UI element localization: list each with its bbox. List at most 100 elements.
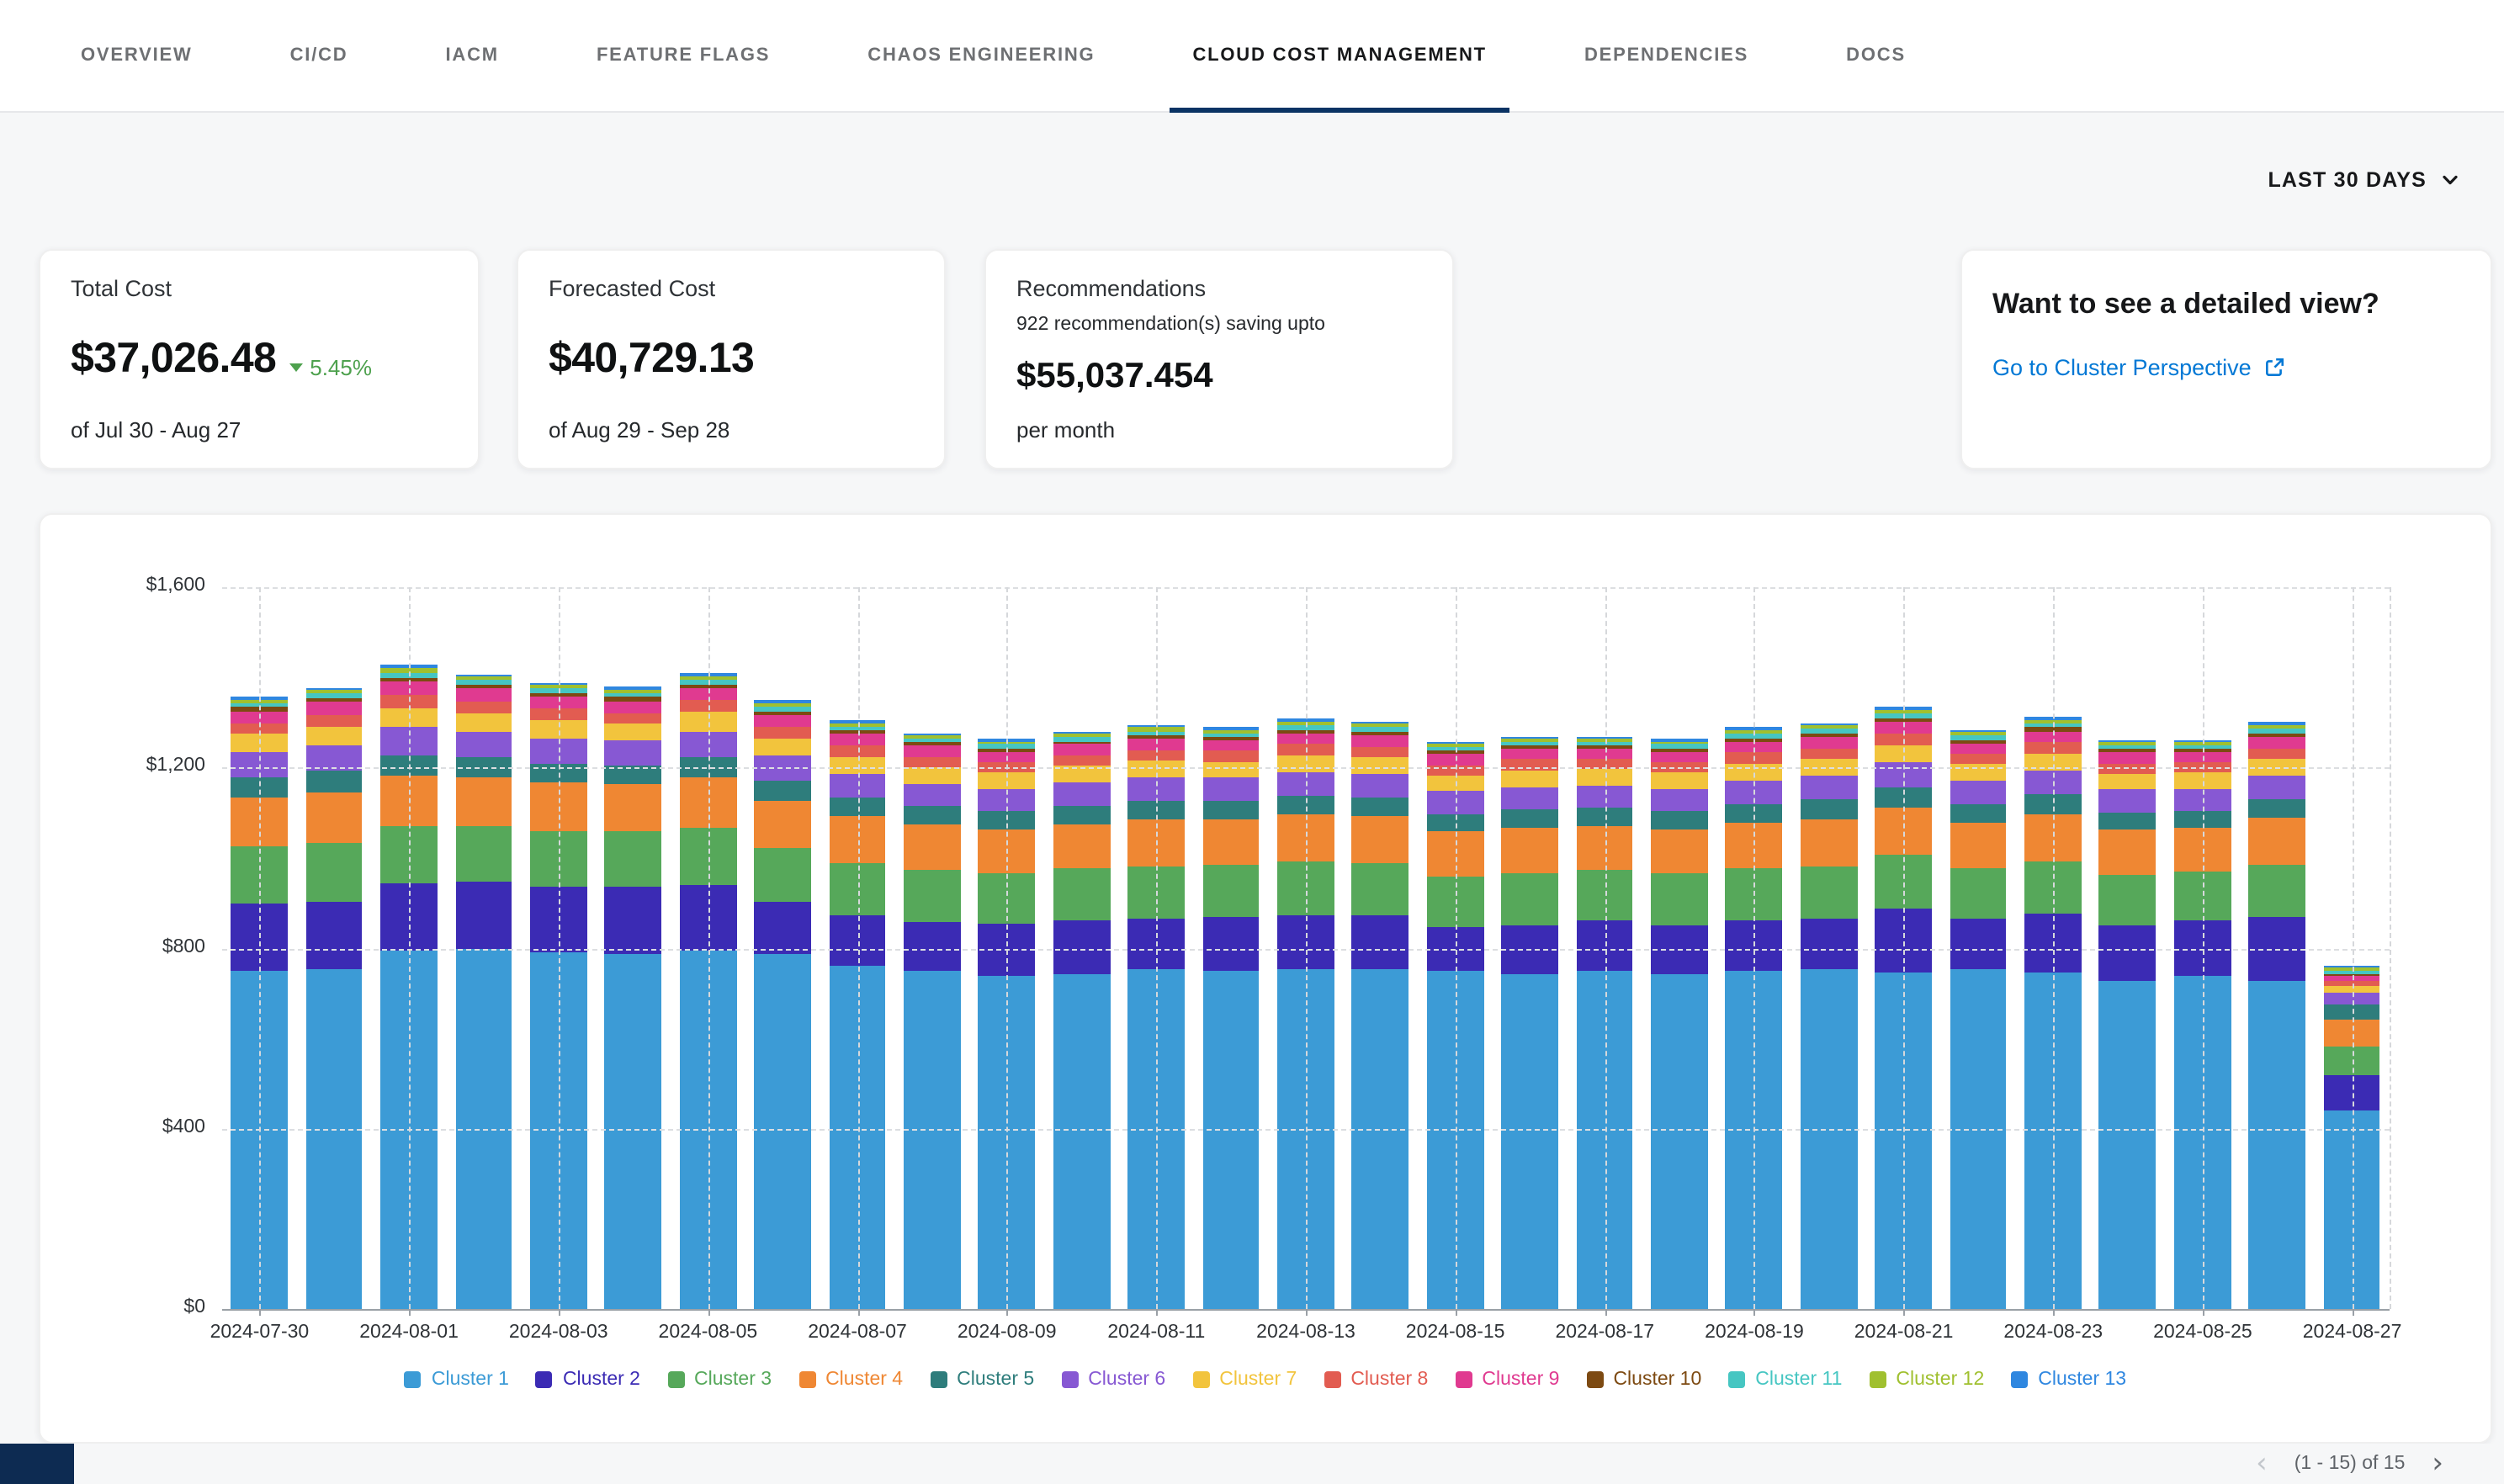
tab-dependencies[interactable]: DEPENDENCIES [1584,0,1748,111]
legend-item-cluster-9[interactable]: Cluster 9 [1455,1370,1559,1390]
legend-label-cluster-13: Cluster 13 [2038,1370,2126,1390]
bar-segment-cluster-1 [1501,973,1557,1309]
cluster-cost-chart-card: Cluster 1 Cluster 2 Cluster 3 Cluster 4 Clus… [39,513,2492,1444]
date-range-label: LAST 30 DAYS [2268,168,2427,192]
recommendations-subtitle: 922 recommendation(s) saving upto [1016,315,1422,336]
bar-segment-cluster-9 [1053,745,1110,755]
legend-swatch-cluster-9 [1455,1371,1472,1388]
bar-segment-cluster-9 [1950,743,2006,754]
bar-segment-cluster-4 [2249,818,2305,864]
bar-segment-cluster-2 [1950,920,2006,970]
tab-iacm[interactable]: IACM [446,0,499,111]
legend-item-cluster-2[interactable]: Cluster 2 [536,1370,640,1390]
bar-segment-cluster-2 [1352,914,1408,969]
legend-swatch-cluster-2 [536,1371,553,1388]
x-axis-tick-label: 2024-08-09 [958,1322,1057,1343]
tab-ci-cd[interactable]: CI/CD [290,0,348,111]
date-range-dropdown[interactable]: LAST 30 DAYS [2268,168,2460,192]
bar-segment-cluster-9 [605,701,661,713]
legend-label-cluster-4: Cluster 4 [825,1370,903,1390]
bar-segment-cluster-2 [1801,920,1857,970]
bar-segment-cluster-1 [2249,981,2305,1309]
legend-item-cluster-12[interactable]: Cluster 12 [1869,1370,1984,1390]
legend-item-cluster-4[interactable]: Cluster 4 [798,1370,903,1390]
total-cost-card: Total Cost $37,026.48 5.45% of Jul 30 - … [39,249,480,469]
bar-segment-cluster-7 [1651,772,1707,788]
tab-cloud-cost-management[interactable]: CLOUD COST MANAGEMENT [1192,0,1486,111]
bar-segment-cluster-2 [1202,917,1259,972]
bar-segment-cluster-9 [904,745,960,756]
bar-segment-cluster-3 [605,832,661,886]
legend-item-cluster-8[interactable]: Cluster 8 [1324,1370,1428,1390]
v-gridline [409,587,411,1309]
bar-segment-cluster-1 [2099,982,2156,1309]
legend-swatch-cluster-7 [1192,1371,1209,1388]
legend-label-cluster-1: Cluster 1 [432,1370,509,1390]
legend-item-cluster-6[interactable]: Cluster 6 [1061,1370,1165,1390]
recommendations-card: Recommendations 922 recommendation(s) sa… [984,249,1454,469]
bar-segment-cluster-8 [2249,748,2305,758]
x-axis-tick-label: 2024-08-01 [359,1322,459,1343]
legend-label-cluster-11: Cluster 11 [1755,1370,1842,1390]
v-gridline [1904,587,1906,1309]
recommendations-value: $55,037.454 [1016,356,1422,396]
bar-segment-cluster-3 [904,870,960,922]
pagination-bar: ‹ (1 - 15) of 15 › [0,1444,2504,1484]
bar-segment-cluster-6 [1501,787,1557,809]
legend-item-cluster-1[interactable]: Cluster 1 [405,1370,509,1390]
x-axis-tick-label: 2024-08-27 [2303,1322,2402,1343]
bar-segment-cluster-5 [1202,801,1259,819]
bar-segment-cluster-2 [455,882,512,948]
bar-segment-cluster-4 [904,825,960,871]
bar-segment-cluster-8 [1352,746,1408,756]
page-previous-button[interactable]: ‹ [2256,1450,2268,1478]
legend-item-cluster-7[interactable]: Cluster 7 [1192,1370,1297,1390]
legend-label-cluster-5: Cluster 5 [957,1370,1034,1390]
bar-segment-cluster-4 [754,801,810,848]
x-axis-tick-label: 2024-08-21 [1854,1322,1954,1343]
bar-segment-cluster-9 [2099,752,2156,763]
legend-item-cluster-10[interactable]: Cluster 10 [1586,1370,1701,1390]
bar-segment-cluster-3 [2099,874,2156,925]
legend-swatch-cluster-4 [798,1371,815,1388]
bar-segment-cluster-6 [2249,776,2305,799]
legend-label-cluster-12: Cluster 12 [1896,1370,1984,1390]
bar-segment-cluster-3 [1801,866,1857,919]
trend-down-icon [289,363,303,372]
forecasted-cost-title: Forecasted Cost [549,276,914,301]
bar-segment-cluster-9 [2249,737,2305,748]
bar-segment-cluster-1 [1352,970,1408,1309]
cluster-perspective-link[interactable]: Go to Cluster Perspective [1992,355,2460,380]
legend-item-cluster-3[interactable]: Cluster 3 [667,1370,772,1390]
tab-feature-flags[interactable]: FEATURE FLAGS [597,0,770,111]
bar-segment-cluster-3 [1202,865,1259,917]
legend-item-cluster-13[interactable]: Cluster 13 [2011,1370,2126,1390]
nav-footer-corner [0,1444,74,1484]
x-axis-tick-label: 2024-08-11 [1107,1322,1205,1343]
x-axis-line [222,1309,2390,1311]
bar-segment-cluster-3 [1053,869,1110,920]
page-next-button[interactable]: › [2432,1450,2443,1478]
v-gridline [1456,587,1457,1309]
bar-segment-cluster-2 [904,922,960,972]
x-axis-tick-label: 2024-07-30 [210,1322,310,1343]
total-cost-title: Total Cost [71,276,448,301]
tab-chaos-engineering[interactable]: CHAOS ENGINEERING [867,0,1095,111]
tab-docs[interactable]: DOCS [1846,0,1906,111]
tab-overview[interactable]: OVERVIEW [81,0,193,111]
bar-segment-cluster-5 [904,807,960,825]
legend-item-cluster-11[interactable]: Cluster 11 [1728,1370,1842,1390]
v-gridline [1754,587,1756,1309]
legend-swatch-cluster-6 [1061,1371,1078,1388]
bar-segment-cluster-1 [1651,973,1707,1309]
legend-swatch-cluster-13 [2011,1371,2028,1388]
recommendations-suffix: per month [1016,417,1422,443]
bar-segment-cluster-9 [754,714,810,726]
bar-segment-cluster-1 [1801,970,1857,1309]
legend-item-cluster-5[interactable]: Cluster 5 [930,1370,1034,1390]
bar-segment-cluster-4 [455,777,512,826]
ccm-dashboard: OVERVIEW CI/CD IACM FEATURE FLAGS CHAOS ENGI… [0,0,2504,1484]
v-gridline [2353,587,2354,1309]
legend-swatch-cluster-5 [930,1371,947,1388]
total-cost-period: of Jul 30 - Aug 27 [71,417,448,443]
